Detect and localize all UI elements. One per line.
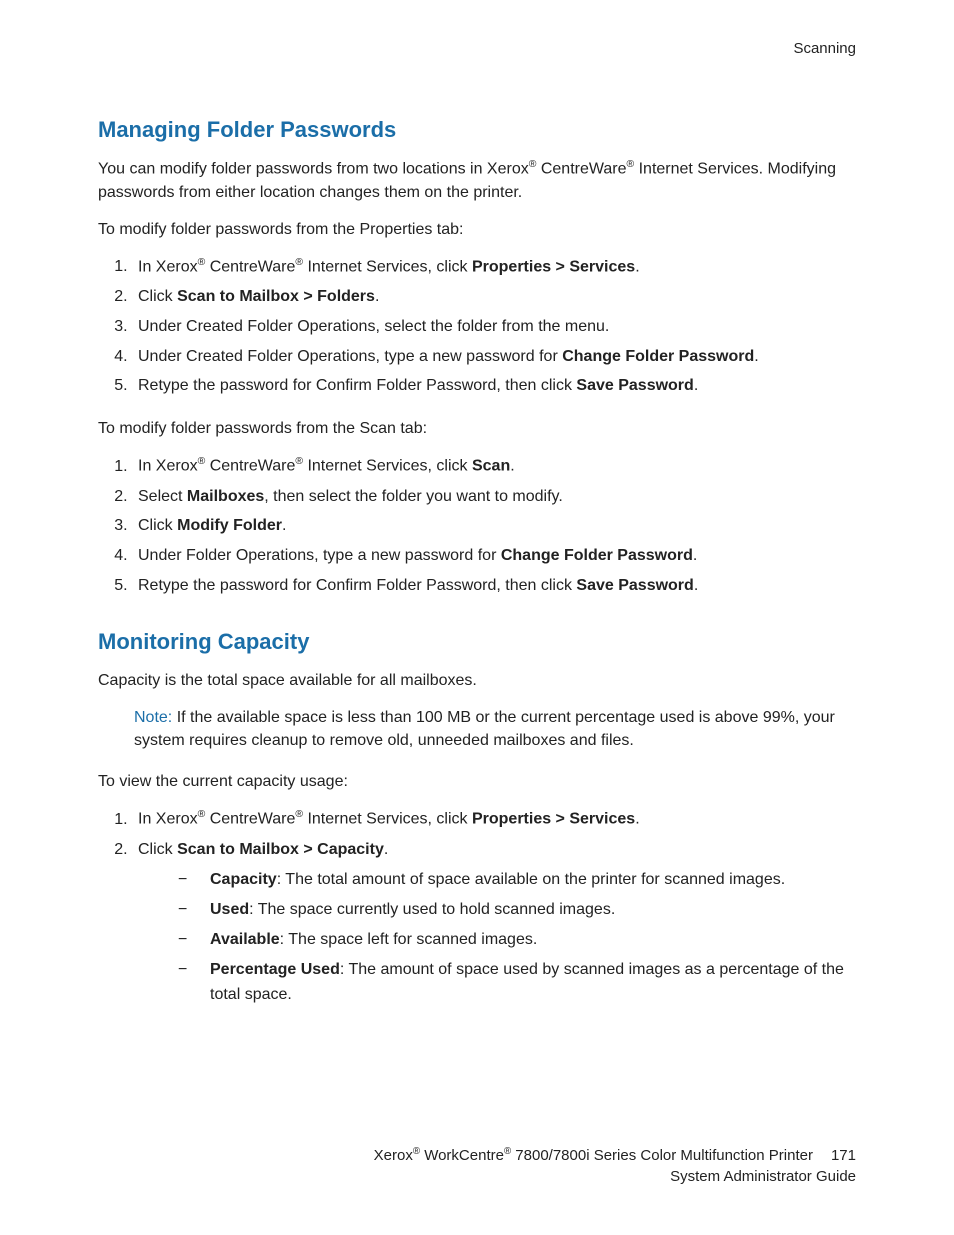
reg-icon: ® [627, 159, 635, 170]
definition-list: Capacity: The total amount of space avai… [138, 868, 856, 1007]
list-item: Click Scan to Mailbox > Folders. [132, 285, 856, 310]
heading-monitoring-capacity: Monitoring Capacity [98, 629, 856, 655]
list-item: Percentage Used: The amount of space use… [178, 958, 856, 1008]
list-item: Under Created Folder Operations, type a … [132, 345, 856, 370]
lead-paragraph: To modify folder passwords from the Scan… [98, 417, 856, 440]
list-item: Retype the password for Confirm Folder P… [132, 574, 856, 599]
list-item: Under Folder Operations, type a new pass… [132, 544, 856, 569]
heading-managing-folder-passwords: Managing Folder Passwords [98, 117, 856, 143]
running-header: Scanning [98, 40, 856, 57]
note-block: Note: If the available space is less tha… [98, 706, 856, 752]
lead-paragraph: To view the current capacity usage: [98, 770, 856, 793]
note-text: If the available space is less than 100 … [134, 709, 835, 749]
reg-icon: ® [295, 456, 303, 467]
list-item: In Xerox® CentreWare® Internet Services,… [132, 807, 856, 832]
list-item: Click Scan to Mailbox > Capacity. Capaci… [132, 838, 856, 1008]
ordered-list-scan-tab: In Xerox® CentreWare® Internet Services,… [98, 454, 856, 598]
list-item: Retype the password for Confirm Folder P… [132, 374, 856, 399]
intro-paragraph: You can modify folder passwords from two… [98, 157, 856, 204]
list-item: Available: The space left for scanned im… [178, 928, 856, 953]
intro-paragraph: Capacity is the total space available fo… [98, 669, 856, 692]
footer-line-1: Xerox® WorkCentre® 7800/7800i Series Col… [98, 1145, 856, 1166]
footer-line-2: System Administrator Guide [98, 1166, 856, 1187]
list-item: Under Created Folder Operations, select … [132, 315, 856, 340]
reg-icon: ® [295, 809, 303, 820]
note-label: Note: [134, 709, 172, 726]
section-name: Scanning [793, 40, 856, 57]
list-item: Select Mailboxes, then select the folder… [132, 485, 856, 510]
page-footer: Xerox® WorkCentre® 7800/7800i Series Col… [98, 1145, 856, 1187]
reg-icon: ® [413, 1146, 420, 1157]
ordered-list-capacity: In Xerox® CentreWare® Internet Services,… [98, 807, 856, 1007]
list-item: Click Modify Folder. [132, 514, 856, 539]
list-item: In Xerox® CentreWare® Internet Services,… [132, 454, 856, 479]
ordered-list-properties-tab: In Xerox® CentreWare® Internet Services,… [98, 255, 856, 399]
list-item: Capacity: The total amount of space avai… [178, 868, 856, 893]
lead-paragraph: To modify folder passwords from the Prop… [98, 218, 856, 241]
document-page: Scanning Managing Folder Passwords You c… [0, 0, 954, 1235]
list-item: In Xerox® CentreWare® Internet Services,… [132, 255, 856, 280]
list-item: Used: The space currently used to hold s… [178, 898, 856, 923]
reg-icon: ® [295, 257, 303, 268]
page-number: 171 [831, 1145, 856, 1166]
